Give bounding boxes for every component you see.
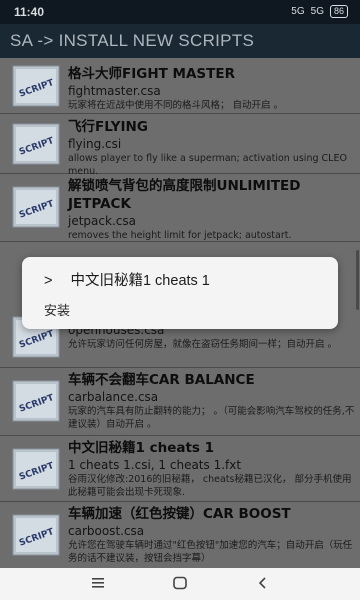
script-icon: SCRIPT	[12, 514, 60, 556]
script-item-jetpack[interactable]: SCRIPT 解锁喷气背包的高度限制UNLIMITED JETPACK jetp…	[0, 174, 360, 242]
dialog-title-text: 中文旧秘籍1 cheats 1	[70, 273, 210, 289]
script-description: 允许您在驾驶车辆时通过"红色按钮"加速您的汽车；自动开启（玩任务的话不建议装，按…	[68, 540, 353, 564]
signal-icon: 5G	[291, 6, 305, 17]
dialog-marker: >	[44, 273, 53, 289]
dialog-title: > 中文旧秘籍1 cheats 1	[44, 269, 210, 290]
script-item-fight-master[interactable]: SCRIPT 格斗大师FIGHT MASTER fightmaster.csa …	[0, 58, 360, 114]
script-description: 玩家将在近战中使用不同的格斗风格； 自动开启 。	[68, 100, 284, 111]
script-title: 飞行FLYING	[68, 119, 148, 135]
script-item-car-balance[interactable]: SCRIPT 车辆不会翻车CAR BALANCE carbalance.csa …	[0, 368, 360, 436]
script-description: 谷雨汉化修改:2016的旧秘籍， cheats秘籍已汉化， 部分手机使用此秘籍可…	[68, 474, 352, 498]
script-filename: carboost.csa	[68, 524, 145, 538]
script-title: 解锁喷气背包的高度限制UNLIMITED JETPACK	[68, 178, 301, 212]
back-icon[interactable]	[256, 576, 270, 590]
install-dialog: > 中文旧秘籍1 cheats 1 安装	[22, 257, 338, 329]
install-option[interactable]: 安装	[44, 300, 70, 319]
script-item-flying[interactable]: SCRIPT 飞行FLYING flying.csi allows player…	[0, 114, 360, 177]
script-icon: SCRIPT	[12, 65, 60, 107]
script-description: removes the height limit for jetpack; au…	[68, 230, 292, 241]
status-bar: 11:40 5G 5G 86	[0, 0, 360, 24]
script-title: 车辆加速（红色按键）CAR BOOST	[68, 506, 291, 522]
home-icon[interactable]	[172, 576, 188, 590]
script-filename: 1 cheats 1.csi, 1 cheats 1.fxt	[68, 458, 242, 472]
script-filename: carbalance.csa	[68, 390, 159, 404]
scrollbar[interactable]	[356, 250, 359, 310]
script-filename: jetpack.csa	[68, 214, 136, 228]
script-item-car-boost[interactable]: SCRIPT 车辆加速（红色按键）CAR BOOST carboost.csa …	[0, 502, 360, 568]
script-filename: flying.csi	[68, 137, 122, 151]
status-time: 11:40	[14, 5, 45, 19]
script-description: 允许玩家访问任何房屋，就像在盗窃任务期间一样；自动开启 。	[68, 339, 338, 350]
app-bar-title: SA -> INSTALL NEW SCRIPTS	[0, 24, 360, 58]
script-item-cheats[interactable]: SCRIPT 中文旧秘籍1 cheats 1 1 cheats 1.csi, 1…	[0, 436, 360, 502]
script-title: 中文旧秘籍1 cheats 1	[68, 440, 215, 456]
battery-icon: 86	[329, 5, 348, 18]
status-icons: 5G 5G 86	[291, 5, 348, 18]
script-title: 车辆不会翻车CAR BALANCE	[68, 372, 255, 388]
signal-icon: 5G	[310, 6, 324, 17]
navigation-bar	[0, 568, 360, 600]
script-title: 格斗大师FIGHT MASTER	[68, 66, 235, 82]
script-icon: SCRIPT	[12, 380, 60, 422]
script-filename: fightmaster.csa	[68, 84, 161, 98]
script-description: 玩家的汽车具有防止翻转的能力； 。（可能会影响汽车驾校的任务,不建议装）自动开启…	[68, 406, 355, 430]
script-icon: SCRIPT	[12, 186, 60, 228]
script-icon: SCRIPT	[12, 448, 60, 490]
menu-icon[interactable]	[90, 576, 106, 590]
script-icon: SCRIPT	[12, 123, 60, 165]
